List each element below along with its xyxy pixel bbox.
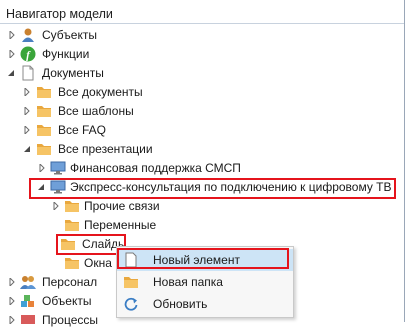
- tree-item-functions[interactable]: f Функции: [0, 45, 400, 63]
- tree-item-label: Субъекты: [42, 28, 97, 42]
- tree-item-label: Объекты: [42, 294, 92, 308]
- tree-item-label: Переменные: [84, 218, 157, 232]
- menu-item-refresh[interactable]: Обновить: [117, 293, 293, 315]
- tree-item-all-faq[interactable]: Все FAQ: [0, 121, 400, 139]
- collapse-arrow-icon[interactable]: [6, 68, 16, 78]
- users-icon: [20, 27, 36, 43]
- expand-arrow-icon[interactable]: [51, 201, 61, 211]
- tree-item-all-documents[interactable]: Все документы: [0, 83, 400, 101]
- tree-item-label: Персонал: [42, 275, 98, 289]
- highlight-box-express-consultation: [29, 178, 396, 199]
- expand-arrow-icon[interactable]: [22, 125, 32, 135]
- expand-arrow-icon[interactable]: [22, 87, 32, 97]
- folder-icon: [64, 198, 80, 214]
- tree-item-label: Окна: [84, 256, 112, 270]
- model-navigator-panel: Навигатор модели Субъекты f Функции Доку…: [0, 0, 405, 327]
- function-icon: f: [20, 46, 36, 62]
- tree-item-all-templates[interactable]: Все шаблоны: [0, 102, 400, 120]
- expand-arrow-icon[interactable]: [22, 106, 32, 116]
- highlight-box-new-element: [117, 248, 289, 269]
- folder-icon: [36, 122, 52, 138]
- tree-item-label: Документы: [42, 66, 104, 80]
- folder-icon: [36, 84, 52, 100]
- tree-item-variables[interactable]: Переменные: [0, 216, 400, 234]
- expand-arrow-icon[interactable]: [7, 30, 17, 40]
- tree-item-label: Функции: [42, 47, 90, 61]
- folder-icon: [64, 255, 80, 271]
- collapse-arrow-icon[interactable]: [22, 144, 32, 154]
- tree-item-label: Прочие связи: [84, 199, 160, 213]
- tree-item-subjects[interactable]: Субъекты: [0, 26, 400, 44]
- expand-arrow-icon[interactable]: [7, 277, 17, 287]
- tree-item-label: Все документы: [58, 85, 143, 99]
- monitor-icon: [50, 160, 66, 176]
- title-divider: [0, 23, 404, 24]
- menu-item-label: Новая папка: [153, 275, 223, 289]
- tree-item-presentation-financial-support[interactable]: Финансовая поддержка СМСП: [0, 159, 400, 177]
- tree-item-label: Все шаблоны: [58, 104, 134, 118]
- menu-item-label: Обновить: [153, 297, 208, 311]
- tree-item-label: Процессы: [42, 313, 99, 327]
- document-icon: [20, 65, 36, 81]
- cubes-icon: [20, 293, 36, 309]
- menu-item-new-folder[interactable]: Новая папка: [117, 271, 293, 293]
- tree-item-label: Все презентации: [58, 142, 153, 156]
- tree-item-other-links[interactable]: Прочие связи: [0, 197, 400, 215]
- panel-title: Навигатор модели: [6, 7, 113, 21]
- folder-icon: [36, 103, 52, 119]
- tree-item-label: Все FAQ: [58, 123, 107, 137]
- tree-item-label: Финансовая поддержка СМСП: [70, 161, 241, 175]
- expand-arrow-icon[interactable]: [7, 315, 17, 325]
- tree-item-all-presentations[interactable]: Все презентации: [0, 140, 400, 158]
- process-icon: [20, 312, 36, 328]
- refresh-icon: [123, 296, 139, 312]
- expand-arrow-icon[interactable]: [7, 49, 17, 59]
- folder-icon: [123, 274, 139, 290]
- expand-arrow-icon[interactable]: [7, 296, 17, 306]
- expand-arrow-icon[interactable]: [37, 163, 47, 173]
- users-icon: [20, 274, 36, 290]
- folder-icon: [64, 217, 80, 233]
- tree-item-documents[interactable]: Документы: [0, 64, 400, 82]
- folder-icon: [36, 141, 52, 157]
